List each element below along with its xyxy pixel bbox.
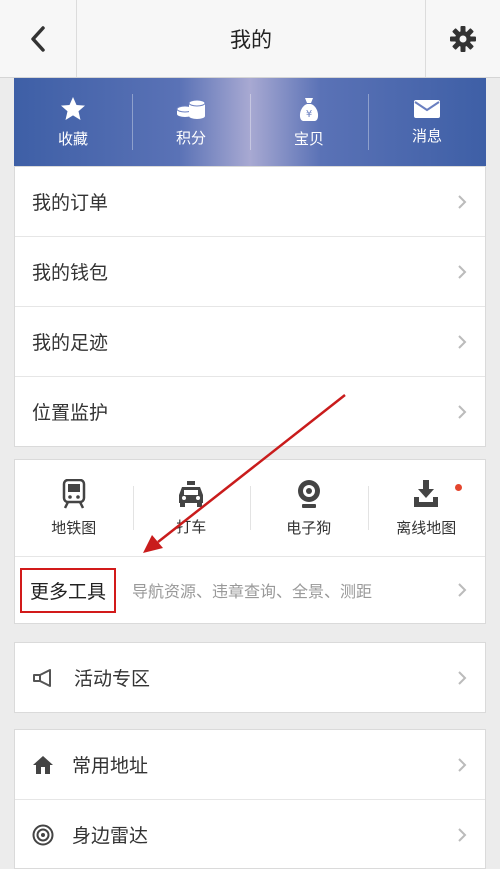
chevron-right-icon — [458, 670, 467, 685]
treasures-label: 宝贝 — [293, 129, 324, 148]
chevron-right-icon — [458, 583, 467, 597]
taxi-button[interactable]: 打车 — [132, 460, 251, 556]
my-wallet-label: 我的钱包 — [32, 262, 109, 284]
favorites-label: 收藏 — [57, 129, 88, 148]
envelope-icon — [414, 99, 440, 118]
chevron-right-icon — [458, 264, 467, 279]
favorites-button[interactable]: 收藏 — [14, 78, 132, 166]
account-menu: 我的订单 我的钱包 我的足迹 位置监护 — [14, 166, 486, 447]
speed-camera-label: 电子狗 — [286, 518, 332, 537]
tools-grid: 地铁图 打车 电子狗 离线地图 — [15, 460, 485, 557]
star-icon — [61, 96, 85, 120]
points-button[interactable]: 积分 — [132, 78, 250, 166]
chevron-right-icon — [458, 334, 467, 349]
subway-icon — [62, 478, 85, 509]
frequent-address-label: 常用地址 — [72, 755, 149, 777]
camera-icon — [297, 479, 320, 508]
settings-button[interactable] — [425, 0, 500, 77]
my-footprints-label: 我的足迹 — [32, 332, 109, 354]
quick-access-bar: 收藏 积分 ¥ 宝贝 消息 — [14, 78, 486, 166]
download-icon — [414, 479, 439, 507]
activity-zone-label: 活动专区 — [74, 668, 151, 690]
taxi-label: 打车 — [176, 517, 207, 536]
money-bag-icon: ¥ — [299, 97, 319, 121]
frequent-address-item[interactable]: 常用地址 — [15, 730, 485, 799]
location-guard-item[interactable]: 位置监护 — [15, 376, 485, 446]
more-tools-description: 导航资源、违章查询、全景、测距 — [132, 582, 373, 601]
activity-card: 活动专区 — [14, 642, 486, 713]
subway-map-button[interactable]: 地铁图 — [15, 460, 133, 556]
activity-zone-item[interactable]: 活动专区 — [15, 643, 485, 712]
back-button[interactable] — [0, 0, 77, 77]
nearby-radar-label: 身边雷达 — [72, 825, 149, 847]
chevron-left-icon — [31, 25, 45, 52]
page-title: 我的 — [230, 27, 272, 52]
new-badge — [455, 484, 462, 491]
home-icon — [33, 755, 53, 774]
messages-label: 消息 — [411, 126, 442, 145]
treasures-button[interactable]: ¥ 宝贝 — [250, 78, 368, 166]
coins-icon — [176, 99, 206, 119]
offline-map-button[interactable]: 离线地图 — [367, 460, 486, 556]
my-footprints-item[interactable]: 我的足迹 — [15, 306, 485, 376]
subway-map-label: 地铁图 — [51, 518, 97, 537]
points-label: 积分 — [175, 128, 206, 147]
messages-button[interactable]: 消息 — [368, 78, 486, 166]
chevron-right-icon — [458, 404, 467, 419]
chevron-right-icon — [458, 757, 467, 772]
megaphone-icon — [33, 668, 51, 687]
gear-icon — [450, 25, 476, 52]
my-orders-label: 我的订单 — [32, 192, 109, 214]
offline-map-label: 离线地图 — [396, 518, 457, 537]
places-card: 常用地址 身边雷达 — [14, 729, 486, 869]
my-wallet-item[interactable]: 我的钱包 — [15, 236, 485, 306]
more-tools-item[interactable]: 更多工具 导航资源、违章查询、全景、测距 — [15, 557, 485, 623]
radar-icon — [32, 824, 54, 845]
chevron-right-icon — [458, 194, 467, 209]
speed-camera-button[interactable]: 电子狗 — [250, 460, 368, 556]
more-tools-label: 更多工具 — [20, 567, 117, 613]
location-guard-label: 位置监护 — [32, 402, 109, 424]
taxi-icon — [179, 480, 204, 507]
my-orders-item[interactable]: 我的订单 — [15, 167, 485, 236]
chevron-right-icon — [458, 827, 467, 842]
svg-text:¥: ¥ — [306, 109, 312, 120]
tools-card: 地铁图 打车 电子狗 离线地图 更多工具 导航资源、违章查询、全景、测距 — [14, 459, 486, 624]
top-bar: 我的 — [0, 0, 500, 78]
nearby-radar-item[interactable]: 身边雷达 — [15, 799, 485, 869]
